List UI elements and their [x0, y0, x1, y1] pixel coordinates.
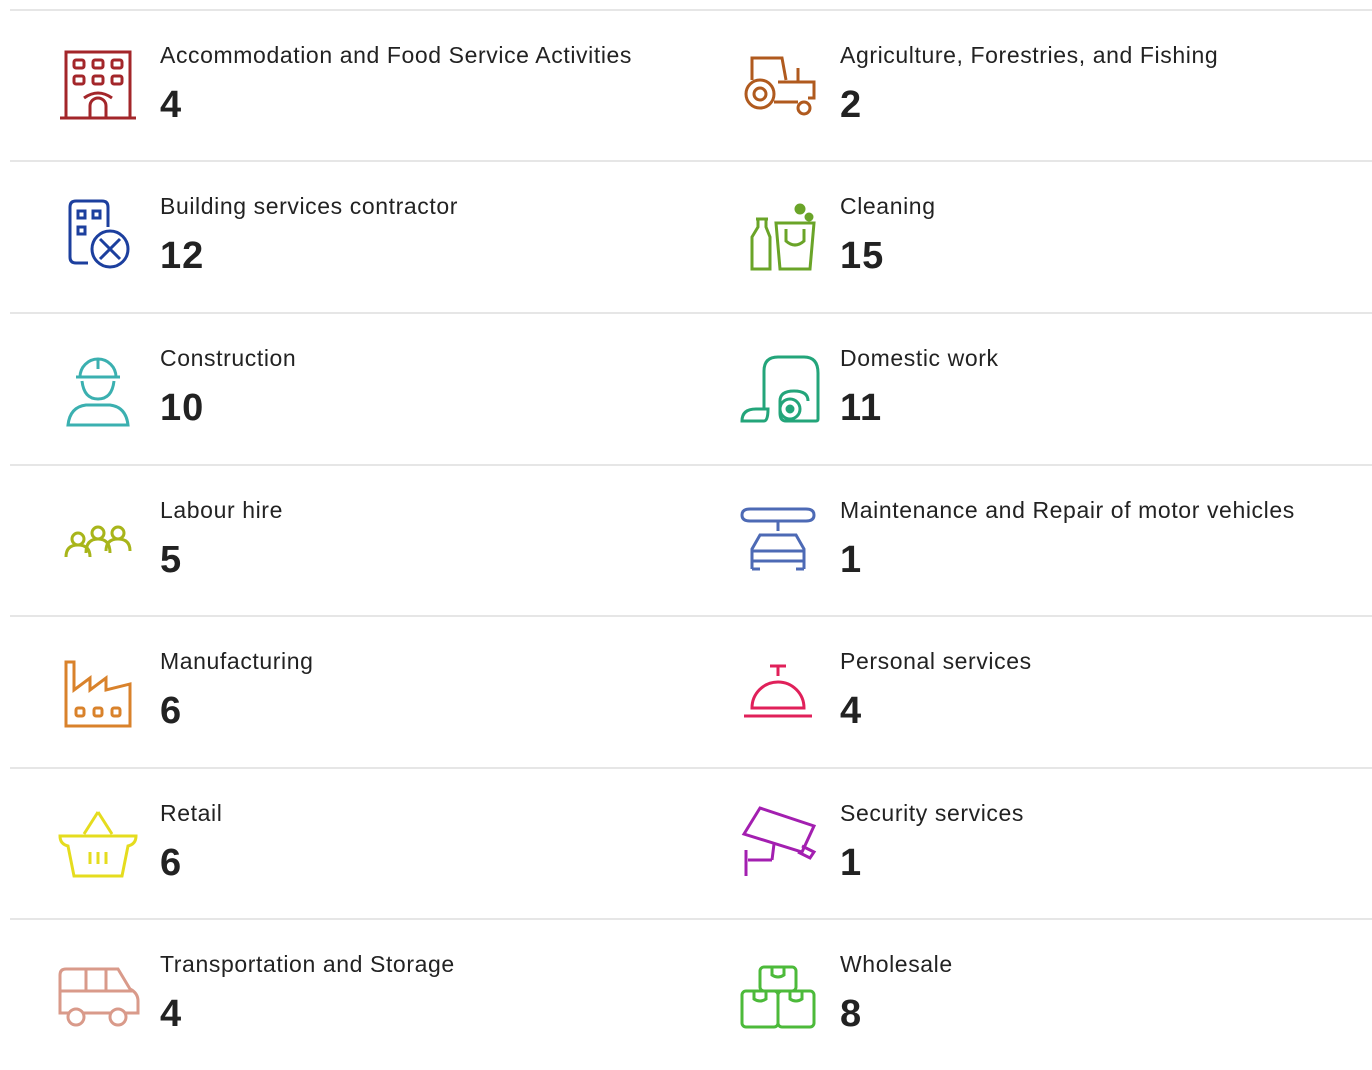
industry-card: Building services contractor 12 — [10, 161, 690, 312]
boxes-icon — [730, 955, 826, 1035]
security-camera-icon — [730, 804, 826, 884]
factory-icon — [50, 652, 146, 732]
industry-count: 8 — [840, 993, 863, 1035]
industry-label: Domestic work — [840, 345, 999, 371]
industry-card: Accommodation and Food Service Activitie… — [10, 10, 690, 161]
industry-label: Retail — [160, 800, 223, 826]
shopping-basket-icon — [50, 804, 146, 884]
industry-count: 6 — [160, 842, 183, 884]
industry-count: 12 — [160, 235, 205, 277]
industry-card: Construction 10 — [10, 313, 690, 464]
industry-count: 15 — [840, 235, 885, 277]
cleaning-supplies-icon — [730, 197, 826, 277]
industry-count: 4 — [160, 84, 183, 126]
car-wrench-icon — [730, 501, 826, 581]
industry-count: 10 — [160, 387, 205, 429]
industry-label: Personal services — [840, 648, 1032, 674]
industry-label: Maintenance and Repair of motor vehicles — [840, 497, 1295, 523]
industry-label: Manufacturing — [160, 648, 314, 674]
industry-grid: Accommodation and Food Service Activitie… — [0, 0, 1372, 1063]
industry-label: Labour hire — [160, 497, 283, 523]
industry-count: 1 — [840, 539, 863, 581]
industry-card: Personal services 4 — [690, 616, 1370, 767]
industry-count: 6 — [160, 690, 183, 732]
industry-card: Security services 1 — [690, 768, 1370, 919]
construction-worker-icon — [50, 349, 146, 429]
industry-card: Transportation and Storage 4 — [10, 919, 690, 1070]
industry-count: 1 — [840, 842, 863, 884]
industry-card: Labour hire 5 — [10, 465, 690, 616]
industry-label: Security services — [840, 800, 1025, 826]
industry-card: Retail 6 — [10, 768, 690, 919]
industry-count: 11 — [840, 387, 883, 429]
van-icon — [50, 955, 146, 1035]
industry-label: Building services contractor — [160, 193, 459, 219]
hotel-icon — [50, 46, 146, 126]
building-tools-icon — [50, 197, 146, 277]
people-group-icon — [50, 501, 146, 581]
industry-card: Agriculture, Forestries, and Fishing 2 — [690, 10, 1370, 161]
service-bell-icon — [730, 652, 826, 732]
industry-card: Manufacturing 6 — [10, 616, 690, 767]
industry-card: Domestic work 11 — [690, 313, 1370, 464]
industry-count: 2 — [840, 84, 863, 126]
industry-label: Transportation and Storage — [160, 951, 455, 977]
industry-label: Wholesale — [840, 951, 953, 977]
tractor-icon — [730, 46, 826, 126]
industry-card: Wholesale 8 — [690, 919, 1370, 1070]
industry-card: Cleaning 15 — [690, 161, 1370, 312]
industry-label: Construction — [160, 345, 297, 371]
industry-label: Accommodation and Food Service Activitie… — [160, 42, 633, 68]
industry-count: 5 — [160, 539, 183, 581]
industry-label: Cleaning — [840, 193, 936, 219]
industry-label: Agriculture, Forestries, and Fishing — [840, 42, 1219, 68]
vacuum-cleaner-icon — [730, 349, 826, 429]
industry-card: Maintenance and Repair of motor vehicles… — [690, 465, 1370, 616]
industry-count: 4 — [160, 993, 183, 1035]
industry-count: 4 — [840, 690, 863, 732]
